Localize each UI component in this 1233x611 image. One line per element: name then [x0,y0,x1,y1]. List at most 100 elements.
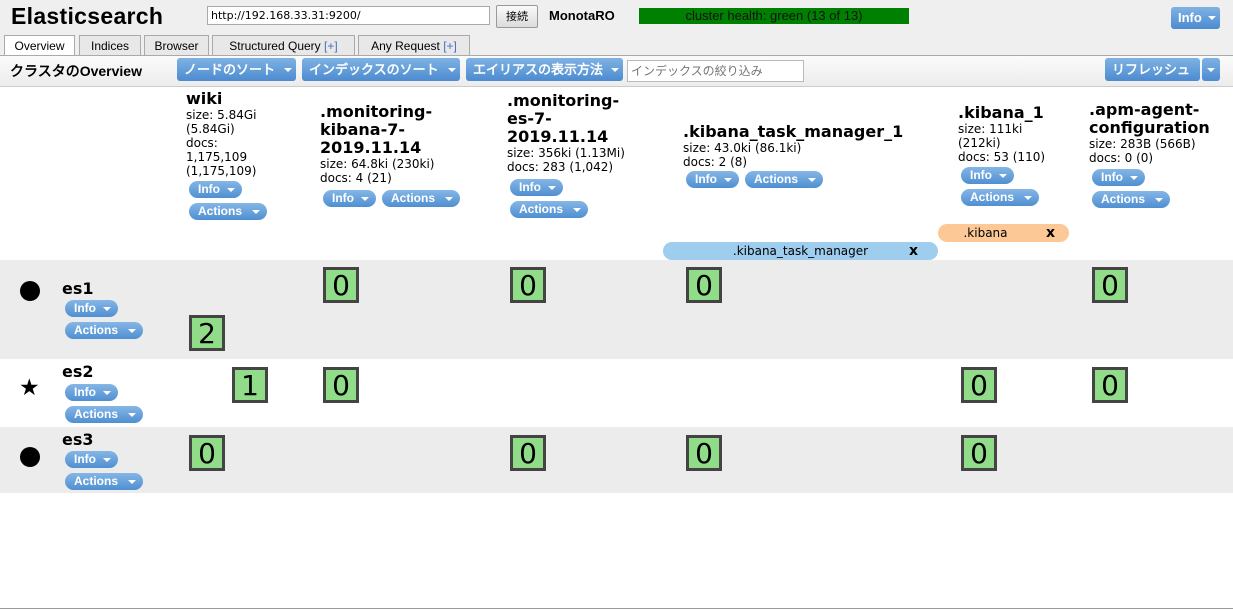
tab-any-request[interactable]: Any Request [+] [358,35,470,56]
index-actions-button[interactable]: Actions [382,190,460,207]
info-label: Info [970,168,992,182]
sort-indices-button[interactable]: インデックスのソート [302,58,460,81]
chevron-down-icon [361,197,369,201]
node-name: es3 [62,430,94,449]
shard-replica[interactable]: 0 [323,267,359,303]
chevron-down-icon [1130,176,1138,180]
cluster-name: MonotaRO [549,8,615,23]
sort-nodes-label: ノードのソート [184,62,276,77]
index-actions-button[interactable]: Actions [510,201,588,218]
app-title: Elasticsearch [11,3,164,29]
index-actions-button[interactable]: Actions [961,189,1039,206]
bottom-divider [0,608,1233,609]
shard-replica[interactable]: 0 [323,367,359,403]
alias-display-label: エイリアスの表示方法 [473,62,604,77]
index-name: .kibana_task_manager_1 [683,122,904,141]
node-actions-button[interactable]: Actions [65,406,143,423]
alias-display-button[interactable]: エイリアスの表示方法 [466,58,623,81]
tab-structured-query[interactable]: Structured Query [+] [212,35,355,56]
shard-replica[interactable]: 2 [189,315,225,351]
close-icon[interactable]: x [909,242,918,260]
index-name-line: 2019.11.14 [507,127,609,146]
node-actions-button[interactable]: Actions [65,322,143,339]
index-actions-button[interactable]: Actions [189,203,267,220]
sort-indices-label: インデックスのソート [309,62,439,77]
index-size: size: 283B (566B) [1089,137,1196,151]
info-label: Info [695,172,717,186]
index-info-button[interactable]: Info [961,167,1014,184]
index-size: size: 356ki (1.13Mi) [507,146,625,160]
index-info-button[interactable]: Info [510,179,563,196]
alias-kibana: .kibana x [938,224,1069,242]
index-docs: docs: [186,136,218,150]
index-name-line: es-7- [507,109,552,128]
chevron-down-icon [103,458,111,462]
top-info-label: Info [1178,10,1202,25]
overview-toolbar: クラスタのOverview ノードのソート インデックスのソート エイリアスの表… [0,56,1233,87]
chevron-down-icon [128,413,136,417]
index-filter-input[interactable] [627,60,804,82]
node-circle-icon [20,447,40,467]
index-header-monitoring-es: .monitoring- es-7- 2019.11.14 size: 356k… [507,92,625,175]
top-info-button[interactable]: Info [1171,7,1220,29]
shard-replica[interactable]: 0 [510,267,546,303]
chevron-down-icon [284,67,292,72]
index-name: .kibana_1 [958,103,1044,122]
index-docs: docs: 283 (1,042) [507,160,614,174]
shard-replica[interactable]: 0 [686,267,722,303]
chevron-down-icon [724,178,732,182]
node-info-button[interactable]: Info [65,300,118,317]
shard-replica[interactable]: 0 [961,435,997,471]
shard-replica[interactable]: 0 [686,435,722,471]
url-input[interactable] [207,6,490,25]
actions-label: Actions [519,202,564,216]
index-info-button[interactable]: Info [1092,169,1145,186]
info-label: Info [332,191,354,205]
sort-nodes-button[interactable]: ノードのソート [177,58,296,81]
index-header-kibana-1: .kibana_1 size: 111ki (212ki) docs: 53 (… [958,103,1045,165]
index-info-button[interactable]: Info [686,171,739,188]
index-size-total: (5.84Gi) [186,122,235,136]
chevron-down-icon [445,197,453,201]
alias-name: .kibana_task_manager [732,244,869,258]
refresh-button[interactable]: リフレッシュ [1105,58,1200,81]
shard-replica[interactable]: 1 [232,367,268,403]
node-info-button[interactable]: Info [65,451,118,468]
info-label: Info [74,452,96,466]
index-actions-button[interactable]: Actions [745,171,823,188]
star-icon: ★ [19,375,40,401]
info-label: Info [198,182,220,196]
chevron-down-icon [1155,198,1163,202]
node-actions-button[interactable]: Actions [65,473,143,490]
shard-replica[interactable]: 0 [510,435,546,471]
shard-replica[interactable]: 0 [1092,367,1128,403]
index-actions-button[interactable]: Actions [1092,191,1170,208]
chevron-down-icon [128,480,136,484]
index-name-line: .monitoring- [320,102,433,121]
index-info-button[interactable]: Info [189,181,242,198]
shard-replica[interactable]: 0 [1092,267,1128,303]
index-info-button[interactable]: Info [323,190,376,207]
info-label: Info [1101,170,1123,184]
chevron-down-icon [103,391,111,395]
cluster-health-badge: cluster health: green (13 of 13) [639,8,909,24]
refresh-options-button[interactable] [1202,58,1220,81]
index-name-line: .apm-agent- [1089,100,1200,119]
shard-replica[interactable]: 0 [961,367,997,403]
chevron-down-icon [128,329,136,333]
tab-browser[interactable]: Browser [144,35,209,56]
top-bar: Elasticsearch 接続 MonotaRO cluster health… [0,0,1233,57]
tab-label: Indices [90,39,130,53]
close-icon[interactable]: x [1046,224,1055,242]
shard-replica[interactable]: 0 [189,435,225,471]
actions-label: Actions [74,407,119,421]
overview-title: クラスタのOverview [10,63,142,79]
tab-overview[interactable]: Overview [4,35,75,57]
node-row-es2 [0,359,1233,427]
node-info-button[interactable]: Info [65,384,118,401]
tab-plus: [+] [443,39,457,53]
index-header-kibana-task-manager: .kibana_task_manager_1 size: 43.0ki (86.… [683,122,904,170]
tab-label: Browser [154,39,199,53]
tab-indices[interactable]: Indices [79,35,141,56]
connect-button[interactable]: 接続 [496,5,538,28]
